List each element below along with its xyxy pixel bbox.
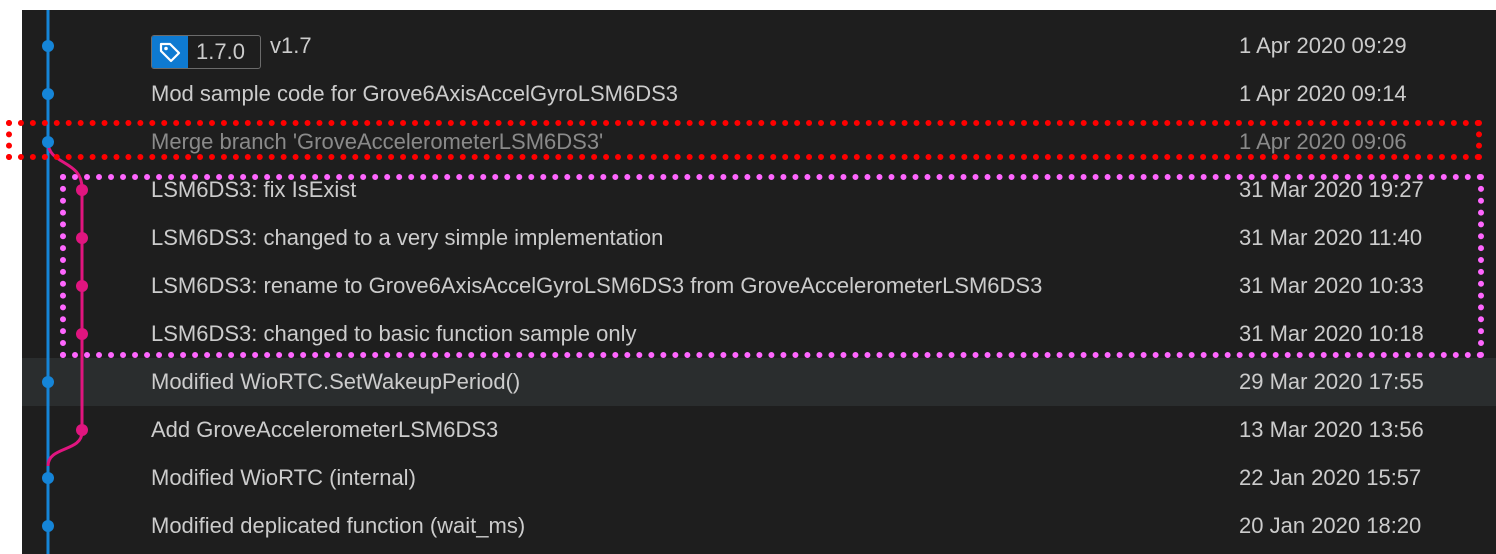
commit-row[interactable]: Add GroveAccelerometerLSM6DS3 13 Mar 202… <box>22 406 1496 454</box>
commit-dot[interactable] <box>42 88 54 100</box>
feature-commits-highlight <box>60 174 1484 358</box>
commit-dot[interactable] <box>42 40 54 52</box>
commit-row[interactable]: Mod sample code for Grove6AxisAccelGyroL… <box>22 70 1496 118</box>
commit-message: Add GroveAccelerometerLSM6DS3 <box>151 417 499 442</box>
tag-label: v1.7 <box>270 33 312 58</box>
commit-message: Modified WioRTC (internal) <box>151 465 416 490</box>
commit-message: Modified WioRTC.SetWakeupPeriod() <box>151 369 521 394</box>
tag-badge[interactable]: 1.7.0 <box>151 35 261 69</box>
tag-name: 1.7.0 <box>196 39 245 64</box>
commit-message: Mod sample code for Grove6AxisAccelGyroL… <box>151 81 678 106</box>
commit-date: 29 Mar 2020 17:55 <box>1239 369 1424 394</box>
commit-date: 22 Jan 2020 15:57 <box>1239 465 1422 490</box>
commit-date: 13 Mar 2020 13:56 <box>1239 417 1424 442</box>
commit-date: 1 Apr 2020 09:29 <box>1239 33 1407 58</box>
commit-dot[interactable] <box>76 424 88 436</box>
merge-commit-highlight <box>6 120 1482 160</box>
commit-dot[interactable] <box>42 520 54 532</box>
commit-row[interactable]: Modified WioRTC (internal) 22 Jan 2020 1… <box>22 454 1496 502</box>
commit-date: 20 Jan 2020 18:20 <box>1239 513 1422 538</box>
tag-icon <box>152 36 188 68</box>
commit-row-hovered[interactable]: Modified WioRTC.SetWakeupPeriod() 29 Mar… <box>22 358 1496 406</box>
commit-row-tagged[interactable]: 1.7.0 v1.7 1 Apr 2020 09:29 <box>22 22 1496 70</box>
commit-row[interactable]: Modified deplicated function (wait_ms) 2… <box>22 502 1496 550</box>
commit-dot[interactable] <box>42 472 54 484</box>
commit-dot[interactable] <box>42 376 54 388</box>
commit-message: Modified deplicated function (wait_ms) <box>151 513 526 538</box>
commit-date: 1 Apr 2020 09:14 <box>1239 81 1407 106</box>
